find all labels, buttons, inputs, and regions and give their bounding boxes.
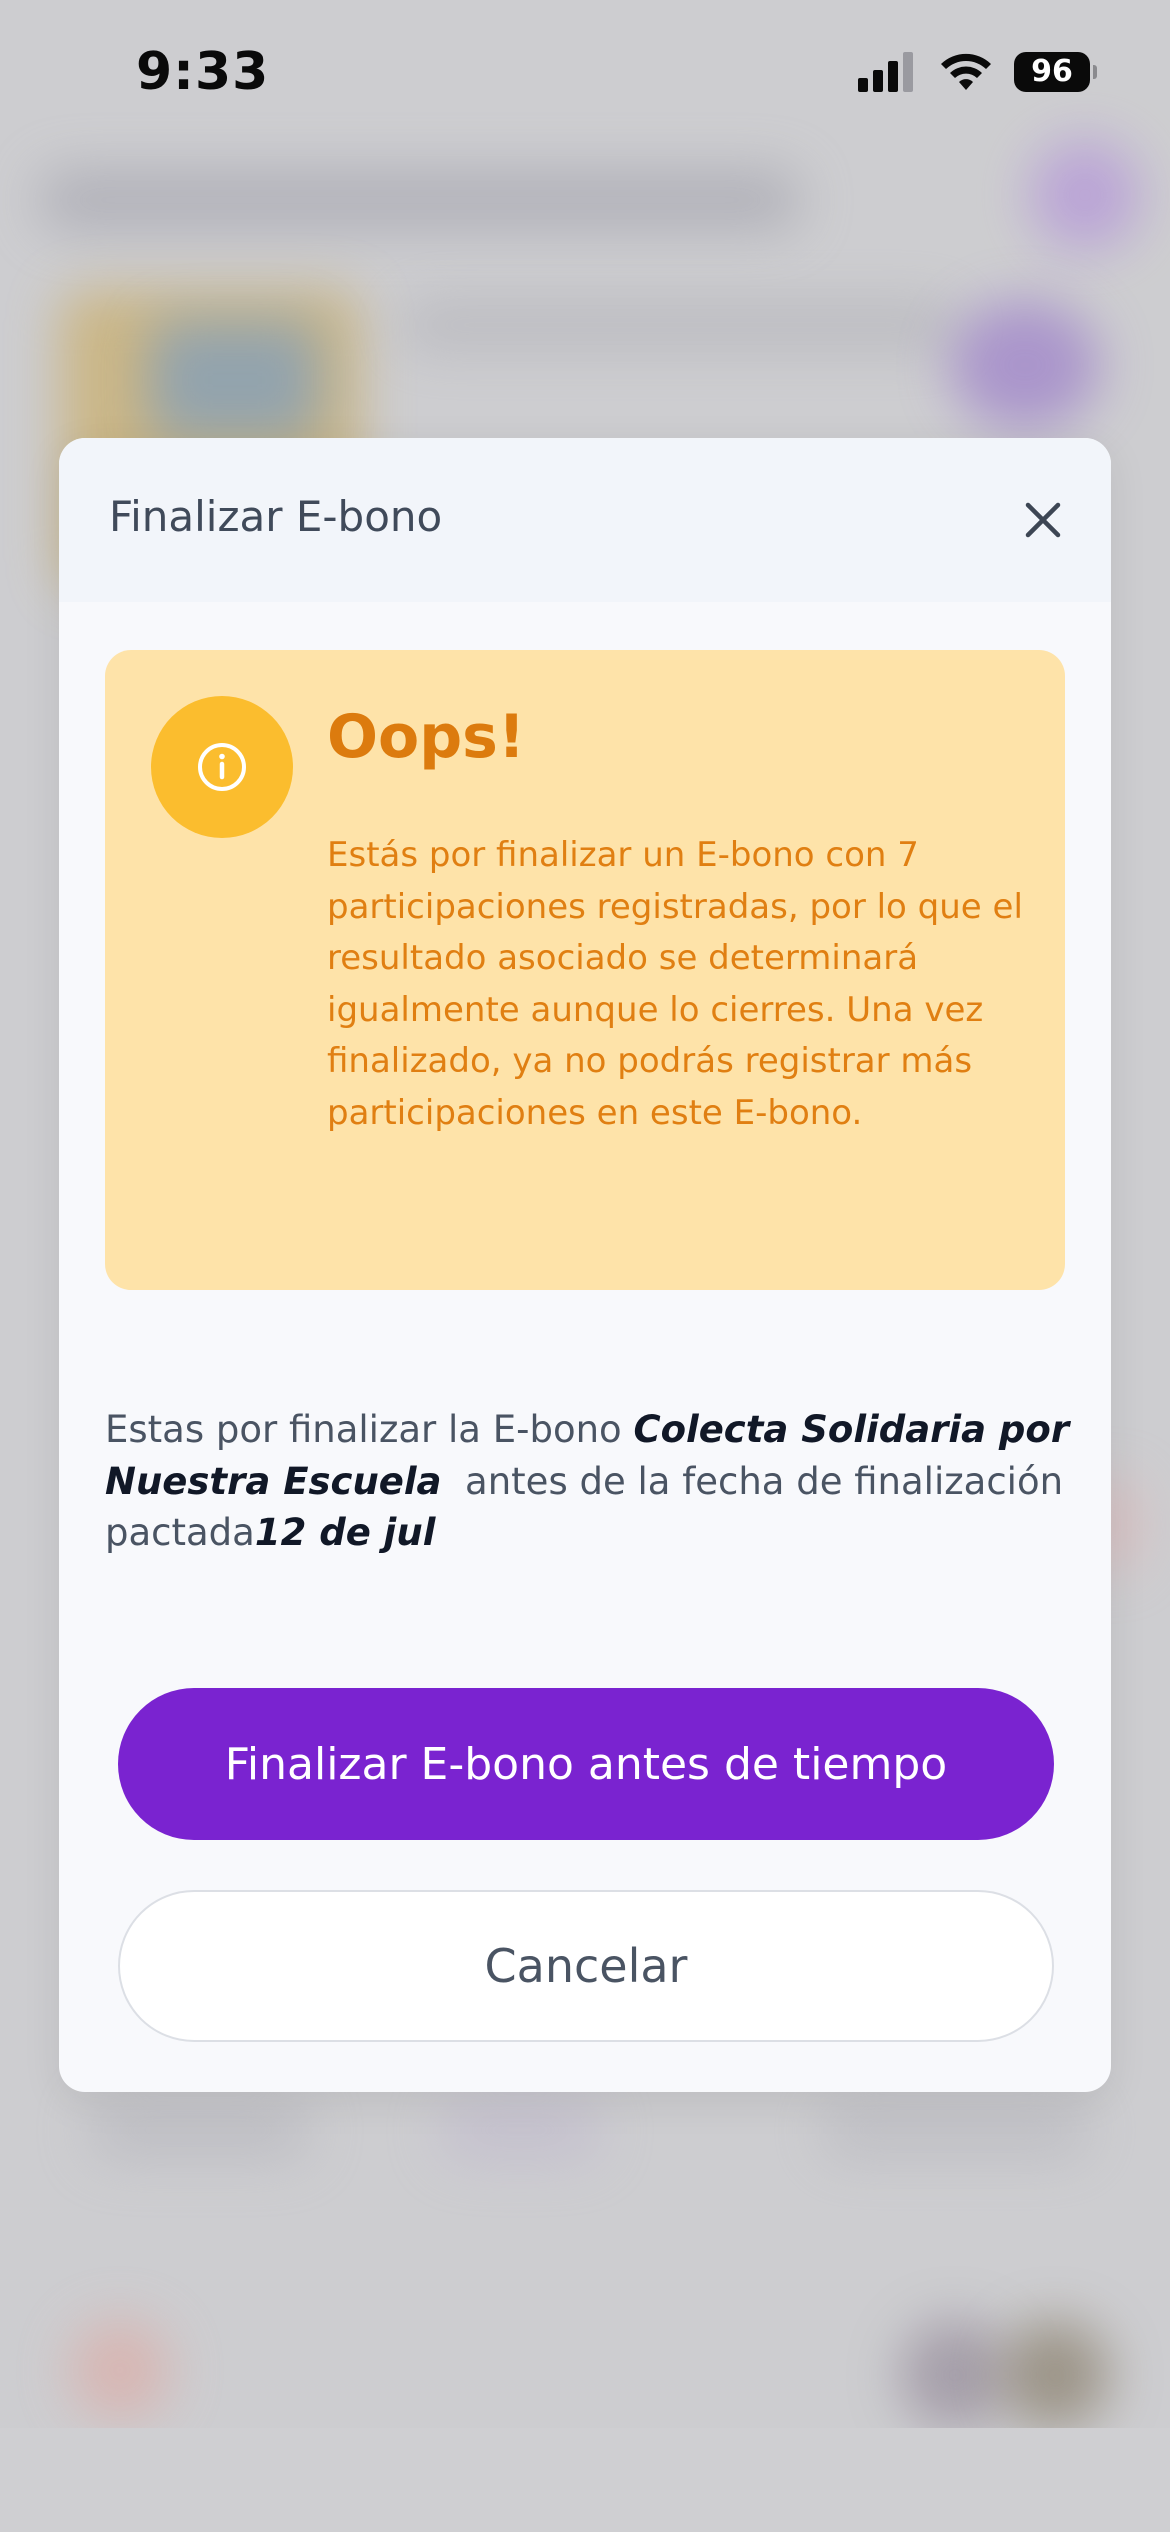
finalize-description: Estas por finalizar la E-bono Colecta So…	[105, 1404, 1095, 1559]
info-icon	[198, 743, 246, 791]
description-prefix: Estas por finalizar la E-bono	[105, 1408, 634, 1451]
close-icon	[1025, 502, 1061, 538]
alert-title: Oops!	[327, 702, 526, 772]
cancel-button[interactable]: Cancelar	[118, 1890, 1054, 2042]
status-icons: 96	[858, 52, 1097, 92]
finalize-ebono-modal: Finalizar E-bono Oops! Estás por finaliz…	[59, 438, 1111, 2092]
wifi-icon	[941, 53, 991, 90]
finalize-early-button[interactable]: Finalizar E-bono antes de tiempo	[118, 1688, 1054, 1840]
status-time: 9:33	[136, 42, 270, 102]
alert-icon-circle	[151, 696, 293, 838]
battery-icon: 96	[1014, 52, 1097, 92]
modal-title: Finalizar E-bono	[109, 492, 443, 541]
modal-header: Finalizar E-bono	[59, 438, 1111, 602]
close-button[interactable]	[1005, 482, 1081, 558]
status-bar: 9:33 96	[0, 0, 1170, 150]
end-date: 12 de jul	[254, 1511, 436, 1554]
alert-message: Estás por finalizar un E-bono con 7 part…	[327, 835, 1023, 1133]
warning-alert: Oops! Estás por finalizar un E-bono con …	[105, 650, 1065, 1290]
signal-icon	[858, 52, 913, 92]
